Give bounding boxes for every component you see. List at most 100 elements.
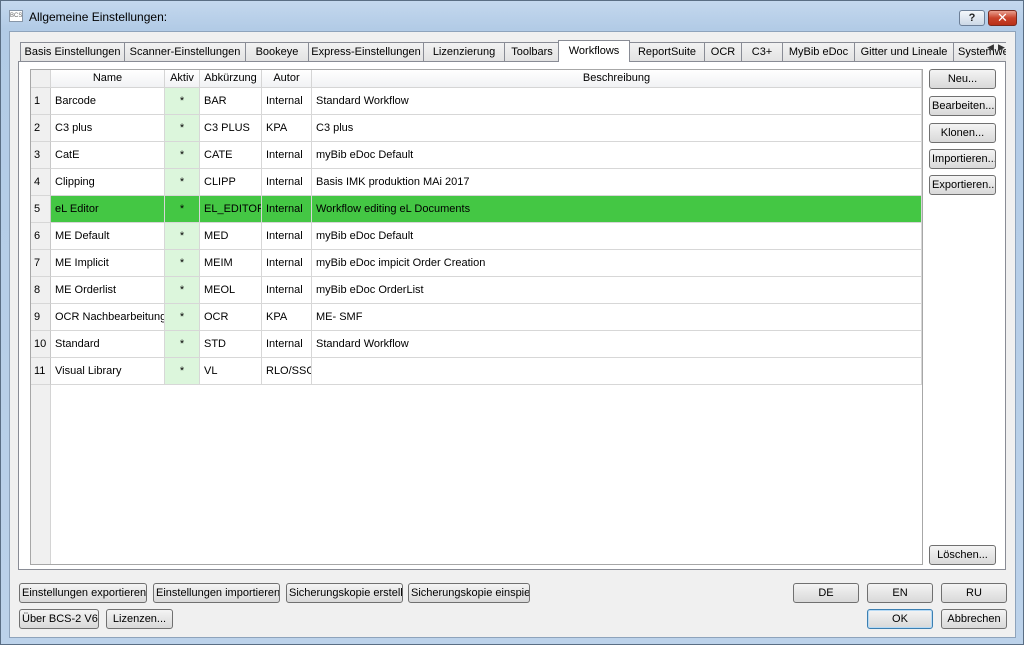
cell-autor[interactable]: RLO/SSC xyxy=(262,358,312,385)
cell-name[interactable]: Clipping xyxy=(51,169,165,196)
row-number[interactable]: 5 xyxy=(31,196,51,223)
cell-autor[interactable]: Internal xyxy=(262,88,312,115)
tab-scroll-left-icon[interactable]: ◀ xyxy=(986,41,995,54)
tab-basis-einstellungen[interactable]: Basis Einstellungen xyxy=(20,42,125,61)
close-button[interactable]: ✕ xyxy=(988,10,1017,26)
cell-name[interactable]: Barcode xyxy=(51,88,165,115)
row-number[interactable]: 1 xyxy=(31,88,51,115)
cell-name[interactable]: OCR Nachbearbeitung xyxy=(51,304,165,331)
table-row[interactable]: 3 CatE * CATE Internal myBib eDoc Defaul… xyxy=(31,142,922,169)
cell-name[interactable]: CatE xyxy=(51,142,165,169)
row-number[interactable]: 7 xyxy=(31,250,51,277)
tab-express-einstellungen[interactable]: Express-Einstellungen xyxy=(308,42,424,61)
cell-aktiv[interactable]: * xyxy=(165,358,200,385)
cell-name[interactable]: C3 plus xyxy=(51,115,165,142)
export-button[interactable]: Exportieren... xyxy=(929,175,996,195)
language-de-button[interactable]: DE xyxy=(793,583,859,603)
cell-name[interactable]: Standard xyxy=(51,331,165,358)
cell-name[interactable]: ME Default xyxy=(51,223,165,250)
language-en-button[interactable]: EN xyxy=(867,583,933,603)
cell-aktiv[interactable]: * xyxy=(165,250,200,277)
cancel-button[interactable]: Abbrechen xyxy=(941,609,1007,629)
table-row[interactable]: 1 Barcode * BAR Internal Standard Workfl… xyxy=(31,88,922,115)
column-header-abkuerzung[interactable]: Abkürzung xyxy=(200,70,262,88)
row-number[interactable]: 6 xyxy=(31,223,51,250)
cell-aktiv[interactable]: * xyxy=(165,169,200,196)
cell-aktiv[interactable]: * xyxy=(165,331,200,358)
cell-beschreibung[interactable]: myBib eDoc Default xyxy=(312,223,922,250)
table-row[interactable]: 10 Standard * STD Internal Standard Work… xyxy=(31,331,922,358)
cell-autor[interactable]: Internal xyxy=(262,169,312,196)
row-number[interactable]: 8 xyxy=(31,277,51,304)
cell-abkuerzung[interactable]: BAR xyxy=(200,88,262,115)
table-row[interactable]: 2 C3 plus * C3 PLUS KPA C3 plus xyxy=(31,115,922,142)
cell-abkuerzung[interactable]: EL_EDITOR xyxy=(200,196,262,223)
cell-beschreibung[interactable]: Workflow editing eL Documents xyxy=(312,196,922,223)
table-row[interactable]: 6 ME Default * MED Internal myBib eDoc D… xyxy=(31,223,922,250)
new-button[interactable]: Neu... xyxy=(929,69,996,89)
row-number[interactable]: 2 xyxy=(31,115,51,142)
tab-mybib-edoc[interactable]: MyBib eDoc xyxy=(782,42,855,61)
cell-aktiv[interactable]: * xyxy=(165,304,200,331)
cell-aktiv[interactable]: * xyxy=(165,88,200,115)
cell-beschreibung[interactable] xyxy=(312,358,922,385)
column-header-autor[interactable]: Autor xyxy=(262,70,312,88)
cell-abkuerzung[interactable]: C3 PLUS xyxy=(200,115,262,142)
tab-scroll-right-icon[interactable]: ▶ xyxy=(997,41,1006,54)
cell-beschreibung[interactable]: Standard Workflow xyxy=(312,88,922,115)
column-header-name[interactable]: Name xyxy=(51,70,165,88)
table-row[interactable]: 7 ME Implicit * MEIM Internal myBib eDoc… xyxy=(31,250,922,277)
cell-beschreibung[interactable]: myBib eDoc impicit Order Creation xyxy=(312,250,922,277)
tab-toolbars[interactable]: Toolbars xyxy=(504,42,560,61)
export-settings-button[interactable]: Einstellungen exportieren... xyxy=(19,583,147,603)
import-settings-button[interactable]: Einstellungen importieren... xyxy=(153,583,280,603)
cell-autor[interactable]: Internal xyxy=(262,331,312,358)
cell-autor[interactable]: Internal xyxy=(262,277,312,304)
cell-abkuerzung[interactable]: MEIM xyxy=(200,250,262,277)
table-row[interactable]: 11 Visual Library * VL RLO/SSC xyxy=(31,358,922,385)
about-button[interactable]: Über BCS-2 V6... xyxy=(19,609,99,629)
cell-autor[interactable]: Internal xyxy=(262,196,312,223)
workflow-table[interactable]: Name Aktiv Abkürzung Autor Beschreibung … xyxy=(30,69,923,565)
tab-reportsuite[interactable]: ReportSuite xyxy=(629,42,705,61)
row-number[interactable]: 11 xyxy=(31,358,51,385)
edit-button[interactable]: Bearbeiten... xyxy=(929,96,996,116)
create-backup-button[interactable]: Sicherungskopie erstellen xyxy=(286,583,403,603)
tab-lizenzierung[interactable]: Lizenzierung xyxy=(423,42,505,61)
cell-abkuerzung[interactable]: CLIPP xyxy=(200,169,262,196)
cell-abkuerzung[interactable]: VL xyxy=(200,358,262,385)
licenses-button[interactable]: Lizenzen... xyxy=(106,609,173,629)
tab-scanner-einstellungen[interactable]: Scanner-Einstellungen xyxy=(124,42,246,61)
cell-beschreibung[interactable]: Basis IMK produktion MAi 2017 xyxy=(312,169,922,196)
cell-autor[interactable]: KPA xyxy=(262,304,312,331)
column-header-beschreibung[interactable]: Beschreibung xyxy=(312,70,922,88)
cell-aktiv[interactable]: * xyxy=(165,196,200,223)
clone-button[interactable]: Klonen... xyxy=(929,123,996,143)
cell-name[interactable]: eL Editor xyxy=(51,196,165,223)
table-row[interactable]: 8 ME Orderlist * MEOL Internal myBib eDo… xyxy=(31,277,922,304)
column-header-aktiv[interactable]: Aktiv xyxy=(165,70,200,88)
cell-beschreibung[interactable]: C3 plus xyxy=(312,115,922,142)
tab-c3plus[interactable]: C3+ xyxy=(741,42,783,61)
tab-ocr[interactable]: OCR xyxy=(704,42,742,61)
cell-autor[interactable]: Internal xyxy=(262,142,312,169)
cell-beschreibung[interactable]: Standard Workflow xyxy=(312,331,922,358)
cell-autor[interactable]: Internal xyxy=(262,250,312,277)
cell-abkuerzung[interactable]: STD xyxy=(200,331,262,358)
cell-aktiv[interactable]: * xyxy=(165,142,200,169)
cell-aktiv[interactable]: * xyxy=(165,223,200,250)
cell-abkuerzung[interactable]: OCR xyxy=(200,304,262,331)
cell-aktiv[interactable]: * xyxy=(165,277,200,304)
cell-beschreibung[interactable]: myBib eDoc Default xyxy=(312,142,922,169)
import-button[interactable]: Importieren... xyxy=(929,149,996,169)
restore-backup-button[interactable]: Sicherungskopie einspielen xyxy=(408,583,530,603)
row-number[interactable]: 4 xyxy=(31,169,51,196)
cell-beschreibung[interactable]: ME- SMF xyxy=(312,304,922,331)
table-row-selected[interactable]: 5 eL Editor * EL_EDITOR Internal Workflo… xyxy=(31,196,922,223)
title-bar[interactable]: BCS Allgemeine Einstellungen: ? ✕ xyxy=(1,1,1023,31)
tab-bookeye[interactable]: Bookeye xyxy=(245,42,309,61)
corner-header[interactable] xyxy=(31,70,51,88)
row-number[interactable]: 3 xyxy=(31,142,51,169)
cell-autor[interactable]: Internal xyxy=(262,223,312,250)
cell-name[interactable]: ME Implicit xyxy=(51,250,165,277)
